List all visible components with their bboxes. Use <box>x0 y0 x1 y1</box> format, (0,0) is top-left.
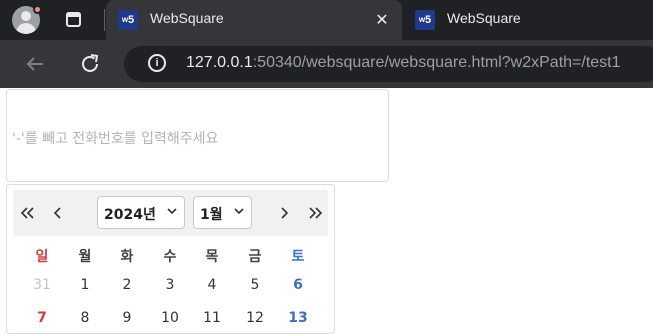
calendar-day-saturday[interactable]: 6 <box>278 277 318 293</box>
avatar-body-shape <box>16 23 36 34</box>
avatar-head-shape <box>21 11 31 21</box>
weekday-saturday: 토 <box>291 249 305 265</box>
browser-toolbar: i 127.0.0.1:50340/websquare/websquare.ht… <box>0 40 653 88</box>
calendar-day[interactable]: 2 <box>107 277 147 293</box>
tab-strip: w5 WebSquare ✕ w5 WebSquare <box>0 0 653 40</box>
calendar-day[interactable]: 5 <box>235 277 275 293</box>
calendar-day[interactable]: 10 <box>150 310 190 326</box>
calendar-day[interactable]: 11 <box>192 310 232 326</box>
notification-dot <box>33 5 42 14</box>
browser-tab[interactable]: w5 WebSquare <box>403 0 653 40</box>
reload-icon[interactable] <box>76 50 104 78</box>
calendar-day-prev-month[interactable]: 31 <box>22 277 62 293</box>
calendar-day-saturday[interactable]: 13 <box>278 310 318 326</box>
tab-title: WebSquare <box>150 10 224 26</box>
tab-search-icon[interactable] <box>62 9 86 31</box>
address-bar[interactable]: i 127.0.0.1:50340/websquare/websquare.ht… <box>124 46 653 82</box>
back-arrow-icon[interactable] <box>21 50 49 78</box>
weekday-tuesday: 화 <box>120 249 134 265</box>
phone-number-input[interactable]: '-'를 빼고 전화번호를 입력해주세요 <box>6 89 389 182</box>
weekday-sunday: 일 <box>35 249 49 265</box>
calendar-day[interactable]: 9 <box>107 310 147 326</box>
weekday-friday: 금 <box>248 249 262 265</box>
calendar-header: 2024년 1월 <box>13 190 328 236</box>
websquare-favicon-icon: w5 <box>118 10 138 30</box>
url-text: 127.0.0.1:50340/websquare/websquare.html… <box>186 54 621 72</box>
tab-title: WebSquare <box>447 10 521 26</box>
prev-month-icon[interactable] <box>46 201 70 225</box>
tab-close-icon[interactable]: ✕ <box>372 10 392 30</box>
month-select-value: 1월 <box>200 207 223 223</box>
weekday-monday: 월 <box>78 249 92 265</box>
url-host: 127.0.0.1 <box>186 54 253 71</box>
url-path: :50340/websquare/websquare.html?w2xPath=… <box>252 54 621 71</box>
site-info-icon[interactable]: i <box>148 54 166 72</box>
browser-tab-active[interactable]: w5 WebSquare ✕ <box>106 0 402 40</box>
year-select[interactable]: 2024년 <box>97 196 185 229</box>
calendar-day-sunday[interactable]: 7 <box>22 310 62 326</box>
calendar-day[interactable]: 3 <box>150 277 190 293</box>
next-month-icon[interactable] <box>272 201 296 225</box>
weekday-wednesday: 수 <box>163 249 177 265</box>
chevron-down-icon <box>233 204 245 221</box>
calendar-day[interactable]: 4 <box>192 277 232 293</box>
calendar-day[interactable]: 1 <box>65 277 105 293</box>
tab-search-bar <box>66 12 81 17</box>
calendar-day[interactable]: 8 <box>65 310 105 326</box>
weekday-thursday: 목 <box>205 249 219 265</box>
calendar-day[interactable]: 12 <box>235 310 275 326</box>
phone-input-placeholder: '-'를 빼고 전화번호를 입력해주세요 <box>12 131 219 147</box>
year-select-value: 2024년 <box>104 207 156 223</box>
month-select[interactable]: 1월 <box>193 196 252 229</box>
date-picker-calendar: 2024년 1월 일 월 화 수 목 금 토 31 1 2 3 4 5 6 7 … <box>6 184 335 334</box>
chevron-down-icon <box>166 204 178 221</box>
prev-year-icon[interactable] <box>16 201 40 225</box>
page-content: '-'를 빼고 전화번호를 입력해주세요 2024년 1월 일 월 화 수 목 … <box>0 88 653 334</box>
tab-separator <box>104 9 105 31</box>
websquare-favicon-icon: w5 <box>415 10 435 30</box>
next-year-icon[interactable] <box>303 201 327 225</box>
